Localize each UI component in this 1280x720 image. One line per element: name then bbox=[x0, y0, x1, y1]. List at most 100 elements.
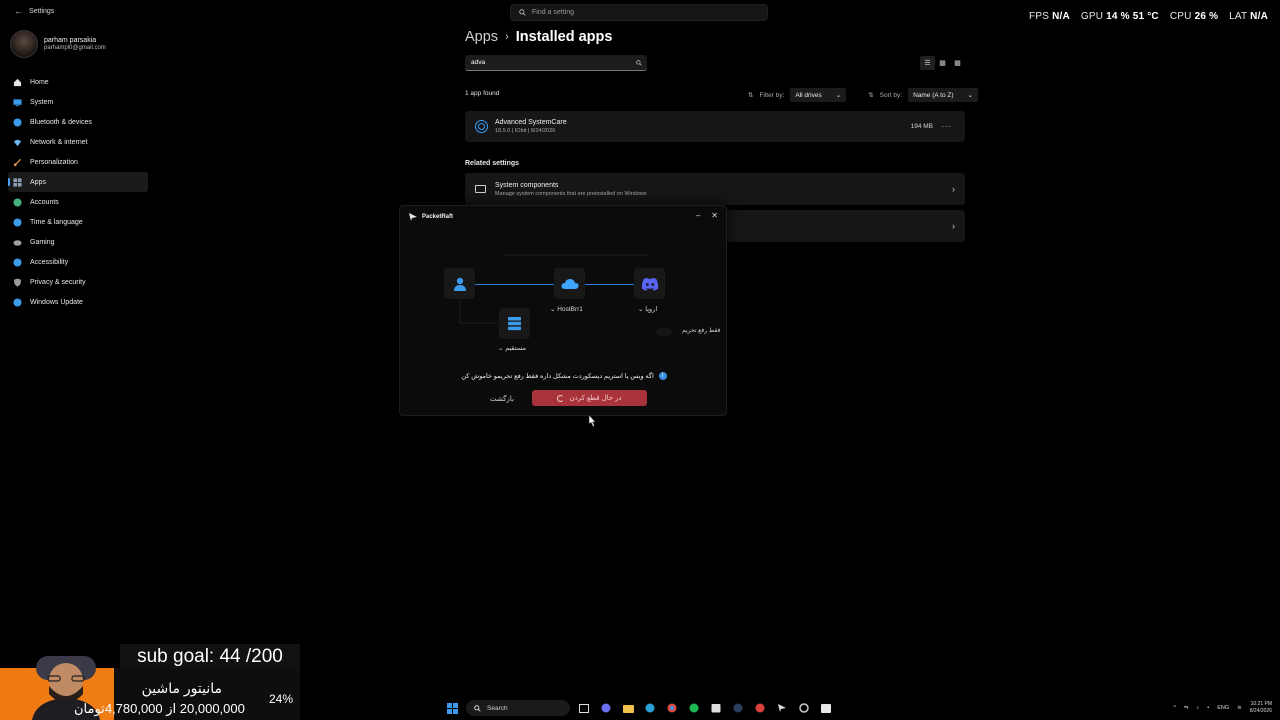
wifi-icon[interactable]: ≋ bbox=[1237, 705, 1242, 711]
sort-label: Sort by: bbox=[879, 91, 903, 99]
terminal-icon[interactable] bbox=[818, 700, 834, 716]
file-explorer-icon[interactable] bbox=[620, 700, 636, 716]
disconnect-button[interactable]: در حال قطع کردن bbox=[532, 390, 647, 406]
system-tray: ^ ⇋ ♪ • ENG ≋ 10:21 PM 8/24/2026 bbox=[1173, 701, 1272, 715]
sidebar-item-network-internet[interactable]: Network & internet bbox=[8, 132, 148, 152]
filter-icon: ⇅ bbox=[748, 92, 754, 99]
store-icon[interactable] bbox=[708, 700, 724, 716]
task-view-icon[interactable] bbox=[576, 700, 592, 716]
warning-text: اگه ویس یا استریم دیسکوردت مشکل داره فقط… bbox=[461, 373, 654, 380]
destination-node[interactable] bbox=[634, 268, 665, 299]
settings-search-box[interactable]: Find a setting bbox=[510, 4, 768, 21]
back-arrow-icon[interactable]: ← bbox=[14, 6, 23, 16]
sidebar-item-apps[interactable]: Apps bbox=[8, 172, 148, 192]
stat-gpu: GPU 14 % 51 °C bbox=[1080, 11, 1159, 22]
server-label[interactable]: ⌄ HostBrr1 bbox=[550, 305, 583, 313]
shield-icon bbox=[13, 277, 22, 287]
sidebar-item-label: Network & internet bbox=[30, 138, 88, 146]
sidebar-item-personalization[interactable]: Personalization bbox=[8, 152, 148, 172]
apps-icon bbox=[13, 177, 22, 187]
edge-icon[interactable] bbox=[642, 700, 658, 716]
chevron-down-icon: ⌄ bbox=[835, 92, 842, 99]
cloud-icon bbox=[560, 278, 579, 289]
spotify-icon[interactable] bbox=[686, 700, 702, 716]
packetraft-taskbar-icon[interactable] bbox=[774, 700, 790, 716]
app-icon-red[interactable] bbox=[752, 700, 768, 716]
steam-icon[interactable] bbox=[730, 700, 746, 716]
server-stack-icon bbox=[508, 317, 521, 331]
dialog-title: PacketRaft bbox=[422, 214, 454, 220]
user-profile[interactable]: parham parsakia parhampl0@gmail.com bbox=[10, 30, 106, 58]
app-search-value: adva bbox=[471, 59, 486, 66]
filter-dropdown[interactable]: All drives ⌄ bbox=[790, 88, 847, 102]
windows-logo-icon bbox=[446, 702, 458, 714]
sub-goal-counter: sub goal: 44 /200 bbox=[120, 644, 300, 670]
sidebar-item-bluetooth-devices[interactable]: Bluetooth & devices bbox=[8, 112, 148, 132]
language-indicator[interactable]: ENG bbox=[1217, 705, 1229, 711]
sidebar-item-windows-update[interactable]: Windows Update bbox=[8, 292, 148, 312]
sidebar-item-gaming[interactable]: Gaming bbox=[8, 232, 148, 252]
installed-app-row[interactable]: Advanced SystemCare 18.5.0 | IObit | 8/2… bbox=[465, 111, 965, 142]
unblock-only-label: فقط رفع تحریم bbox=[682, 328, 721, 334]
app-size: 194 MB bbox=[910, 123, 933, 130]
direct-node[interactable] bbox=[499, 308, 530, 339]
bluetooth-icon bbox=[13, 117, 22, 127]
related-settings-title: Related settings bbox=[465, 160, 520, 167]
direct-label[interactable]: ⌄ مستقیم bbox=[498, 344, 526, 352]
start-button[interactable] bbox=[444, 700, 460, 716]
destination-label[interactable]: ⌄ اروپا bbox=[638, 305, 657, 313]
profile-email: parhampl0@gmail.com bbox=[44, 45, 106, 51]
update-icon bbox=[13, 297, 22, 307]
back-button[interactable]: بازگشت bbox=[480, 391, 524, 406]
sidebar-item-time-language[interactable]: Time & language bbox=[8, 212, 148, 232]
app-search-input[interactable]: adva bbox=[465, 55, 647, 71]
close-icon[interactable]: ✕ bbox=[711, 211, 718, 220]
minimize-icon[interactable]: – bbox=[696, 211, 700, 220]
accessibility-icon bbox=[13, 257, 22, 267]
sidebar-item-label: Apps bbox=[30, 178, 46, 186]
home-icon bbox=[13, 78, 22, 87]
copilot-icon[interactable] bbox=[598, 700, 614, 716]
goal-title: مانیتور ماشین bbox=[141, 680, 222, 696]
info-icon: i bbox=[658, 372, 667, 381]
dialog-controls: – ✕ bbox=[696, 211, 718, 220]
list-view-icon[interactable]: ☰ bbox=[920, 56, 935, 70]
sidebar-item-label: Home bbox=[30, 78, 49, 86]
system-components-row[interactable]: System components Manage system componen… bbox=[465, 173, 965, 205]
packetraft-logo-icon bbox=[409, 213, 417, 221]
discord-icon bbox=[641, 277, 658, 291]
sidebar-item-privacy-security[interactable]: Privacy & security bbox=[8, 272, 148, 292]
network-icon[interactable]: ⇋ bbox=[1184, 705, 1189, 711]
sidebar-item-label: Accounts bbox=[30, 198, 59, 206]
sidebar-item-label: Gaming bbox=[30, 238, 55, 246]
sidebar-item-label: Personalization bbox=[30, 158, 78, 166]
window-title: Settings bbox=[29, 7, 55, 15]
window-title-bar: ← Settings bbox=[14, 6, 54, 16]
system-icon bbox=[13, 98, 22, 107]
sidebar-item-accessibility[interactable]: Accessibility bbox=[8, 252, 148, 272]
settings-search-placeholder: Find a setting bbox=[532, 9, 575, 16]
sidebar-item-label: Bluetooth & devices bbox=[30, 118, 92, 126]
settings-icon[interactable] bbox=[796, 700, 812, 716]
clock[interactable]: 10:21 PM 8/24/2026 bbox=[1250, 701, 1272, 715]
globe-icon bbox=[13, 217, 22, 227]
packetraft-dialog: PacketRaft – ✕ ⌄ HostBrr1 ⌄ اروپا ⌄ مستق… bbox=[399, 205, 727, 416]
chevron-up-icon[interactable]: ^ bbox=[1173, 705, 1176, 711]
taskbar-apps: Search bbox=[444, 700, 834, 716]
breadcrumb-apps[interactable]: Apps bbox=[465, 29, 498, 45]
sidebar-item-accounts[interactable]: Accounts bbox=[8, 192, 148, 212]
unblock-only-toggle[interactable] bbox=[656, 328, 672, 336]
grid-view-icon[interactable]: ▦ bbox=[935, 56, 950, 70]
system-components-icon bbox=[475, 185, 486, 193]
sidebar-item-home[interactable]: Home bbox=[8, 72, 148, 92]
volume-icon[interactable]: ♪ bbox=[1197, 705, 1200, 711]
server-node[interactable] bbox=[554, 268, 585, 299]
gamepad-icon bbox=[13, 238, 22, 247]
sort-dropdown[interactable]: Name (A to Z) ⌄ bbox=[908, 88, 978, 102]
tile-view-icon[interactable]: ▦ bbox=[950, 56, 965, 70]
sidebar-item-system[interactable]: System bbox=[8, 92, 148, 112]
microphone-icon[interactable]: • bbox=[1207, 705, 1209, 711]
chrome-icon[interactable] bbox=[664, 700, 680, 716]
taskbar-search[interactable]: Search bbox=[466, 700, 570, 716]
more-options-icon[interactable]: ··· bbox=[942, 122, 952, 131]
